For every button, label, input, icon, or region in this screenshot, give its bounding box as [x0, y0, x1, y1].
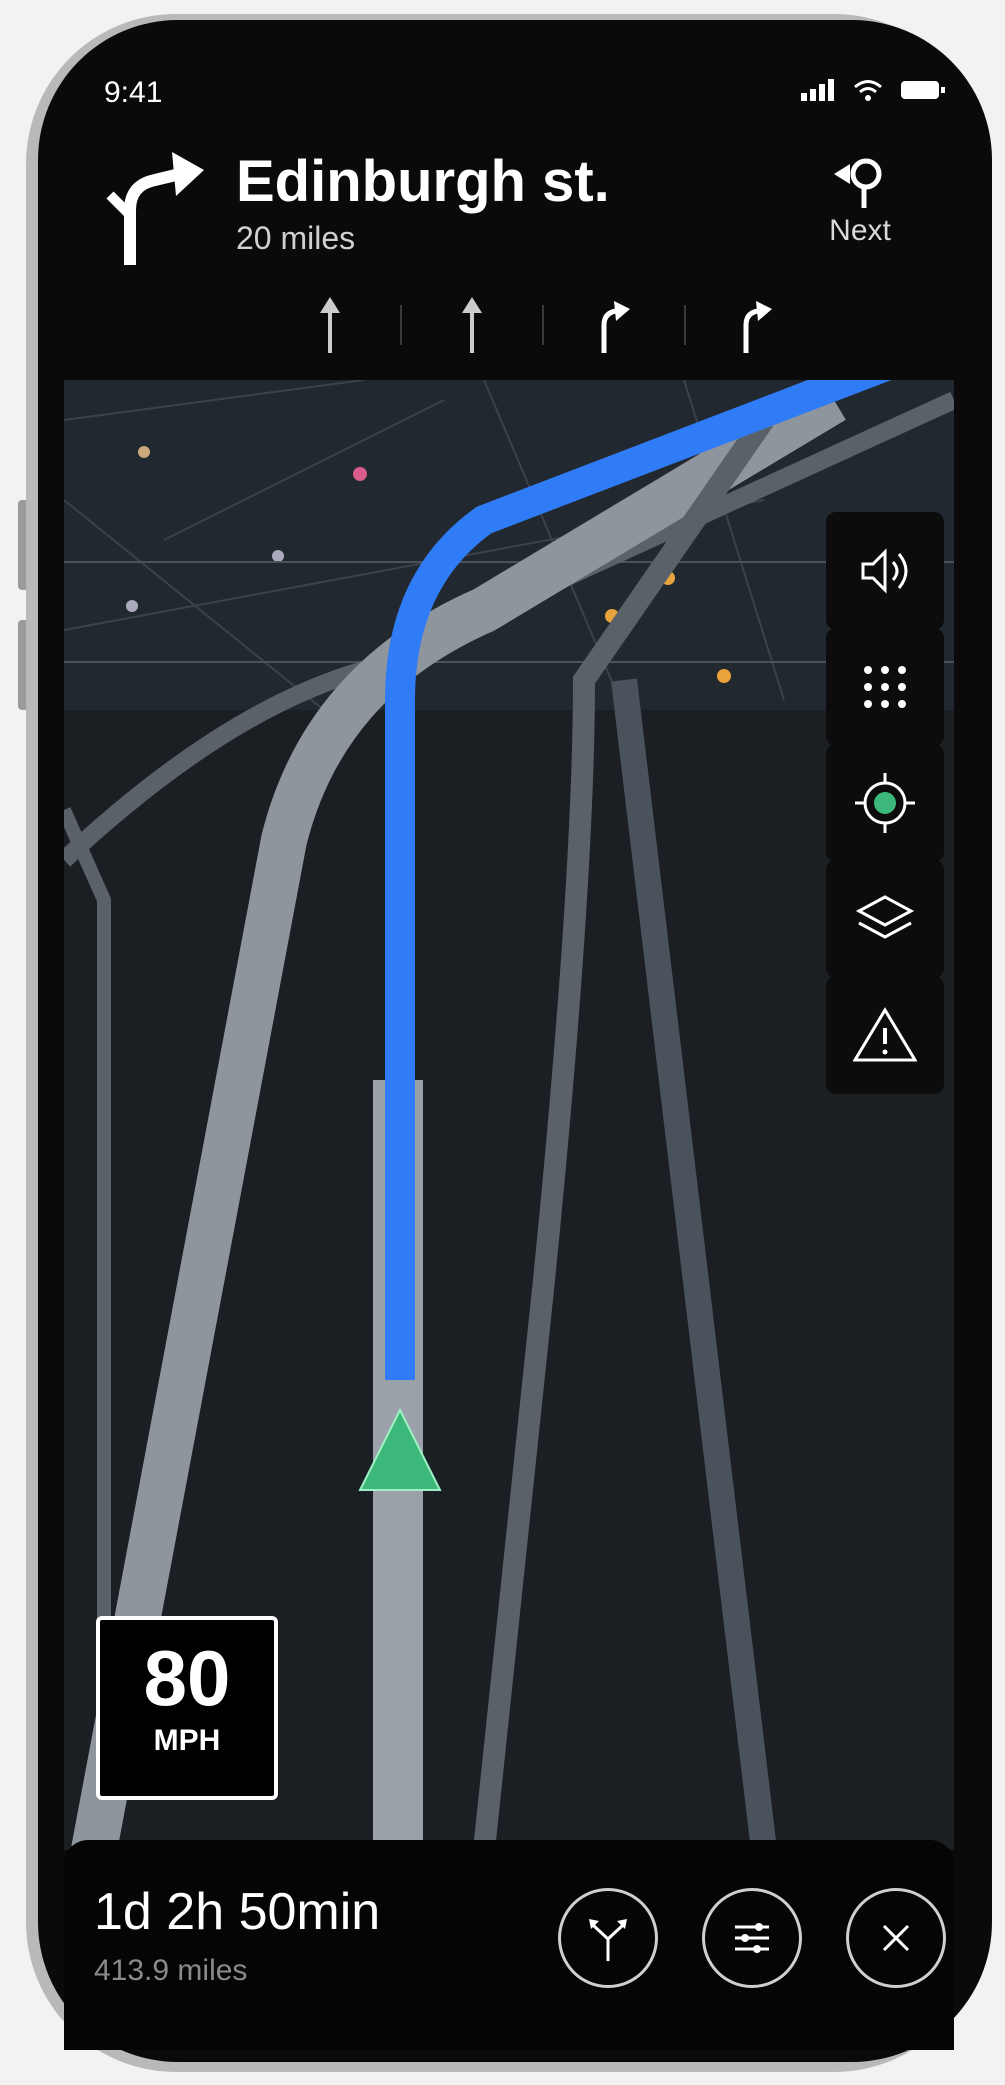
wifi-icon: [854, 80, 882, 101]
report-hazard-button[interactable]: [826, 976, 944, 1094]
trip-summary-bar: [64, 1840, 954, 2050]
battery-icon: [901, 81, 945, 99]
straight-arrow-icon: [462, 297, 482, 353]
grid-icon: [864, 666, 906, 708]
lane-turn-right: [686, 290, 826, 360]
volume-icon: [861, 548, 908, 594]
next-label: Next: [829, 214, 891, 247]
roundabout-icon: [834, 158, 882, 208]
signal-icon: [801, 79, 834, 101]
straight-arrow-icon: [320, 297, 340, 353]
layers-icon: [855, 895, 915, 939]
layers-button[interactable]: [826, 860, 944, 978]
lane-turn-right: [544, 290, 684, 360]
recenter-icon: [855, 773, 915, 833]
settings-sliders-icon: [735, 1923, 769, 1953]
lane-straight: [260, 290, 400, 360]
lane-guidance: [260, 290, 826, 360]
eta-duration: 1d 2h 50min: [94, 1883, 381, 1941]
next-turn-button[interactable]: Next: [810, 150, 910, 248]
turn-right-arrow-icon: [743, 301, 772, 353]
recenter-button[interactable]: [826, 744, 944, 862]
trip-distance: 413.9 miles: [94, 1954, 248, 1987]
route-options-button[interactable]: [558, 1888, 658, 1988]
turn-right-arrow-icon: [601, 301, 630, 353]
volume-button[interactable]: [826, 512, 944, 630]
lane-straight: [402, 290, 542, 360]
route-options-icon: [589, 1919, 627, 1961]
vehicle-marker: [358, 1407, 442, 1491]
speed-limit-unit: MPH: [153, 1724, 221, 1757]
status-time: 9:41: [104, 76, 163, 109]
status-icons: [801, 78, 945, 102]
speed-limit-sign: 80 MPH: [96, 1616, 278, 1800]
route-settings-button[interactable]: [702, 1888, 802, 1988]
grid-button[interactable]: [826, 628, 944, 746]
warning-icon: [853, 1007, 917, 1062]
close-icon: [882, 1924, 910, 1952]
speed-limit-value: 80: [143, 1634, 231, 1722]
end-navigation-button[interactable]: [846, 1888, 946, 1988]
street-name: Edinburgh st.: [236, 149, 610, 214]
turn-right-icon: [106, 152, 204, 265]
turn-distance: 20 miles: [236, 220, 356, 256]
